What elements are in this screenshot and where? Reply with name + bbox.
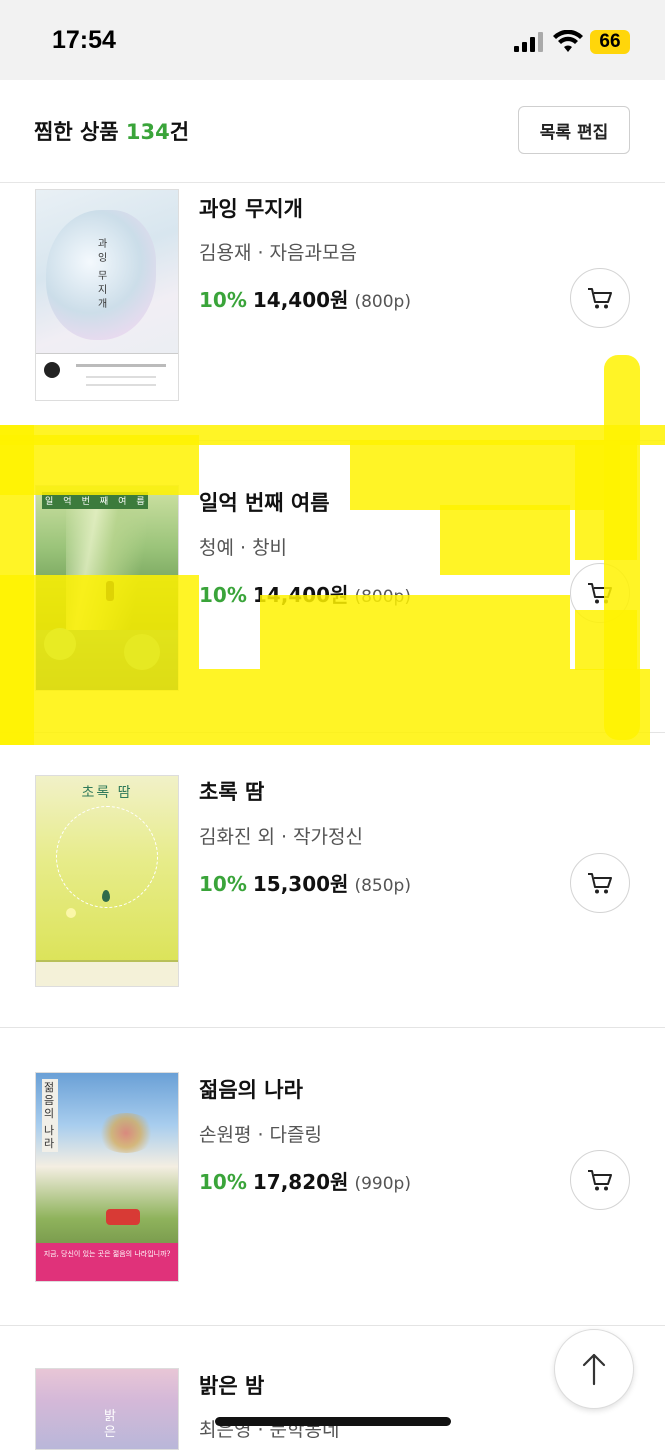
cover-title: 과잉 무지개 [98, 239, 108, 310]
cart-icon [588, 1170, 612, 1191]
edit-list-button[interactable]: 목록 편집 [518, 106, 630, 154]
book-title[interactable]: 일억 번째 여름 [199, 487, 330, 517]
cover-title: 밝은 [104, 1409, 116, 1440]
sale-price: 15,300원 [252, 872, 349, 896]
wifi-icon [553, 30, 583, 52]
cover-title: 일억 번째 여름 [42, 492, 148, 509]
status-bar: 17:54 66 [0, 0, 665, 80]
book-cover[interactable]: 일억 번째 여름 [35, 485, 179, 691]
list-item[interactable]: 젊음의 나라 지금, 당신이 있는 곳은 젊음의 나라입니까? 젊음의 나라 손… [0, 1028, 665, 1326]
sale-price: 17,820원 [252, 1170, 349, 1194]
discount-rate: 10% [199, 1170, 247, 1194]
reward-point: (800p) [354, 292, 411, 312]
cover-title: 젊음의 나라 [42, 1079, 58, 1152]
battery-icon: 66 [590, 30, 630, 54]
cover-title: 초록 땀 [81, 785, 133, 801]
add-to-cart-button[interactable] [570, 1150, 630, 1210]
book-cover[interactable]: 밝은 [35, 1368, 179, 1450]
reward-point: (990p) [354, 1174, 411, 1194]
page-title: 찜한 상품 134건 [34, 116, 189, 146]
reward-point: (850p) [354, 876, 411, 896]
wishlist-header: 찜한 상품 134건 목록 편집 [0, 80, 665, 183]
list-item[interactable]: 일억 번째 여름 일억 번째 여름 청예 · 창비 10% 14,400원 (800… [0, 441, 665, 733]
book-meta: 김화진 외 · 작가정신 [199, 826, 363, 848]
book-title[interactable]: 과잉 무지개 [199, 193, 303, 223]
book-cover[interactable]: 과잉 무지개 [35, 189, 179, 401]
cart-icon [588, 288, 612, 309]
add-to-cart-button[interactable] [570, 853, 630, 913]
reward-point: (800p) [354, 587, 411, 607]
price-row: 10% 14,400원 (800p) [199, 579, 411, 608]
sale-price: 14,400원 [252, 288, 349, 312]
discount-rate: 10% [199, 288, 247, 312]
book-meta: 청예 · 창비 [199, 537, 288, 559]
home-indicator [215, 1417, 451, 1426]
book-cover[interactable]: 젊음의 나라 지금, 당신이 있는 곳은 젊음의 나라입니까? [35, 1072, 179, 1282]
discount-rate: 10% [199, 872, 247, 896]
list-item[interactable]: 초록 땀 초록 땀 김화진 외 · 작가정신 10% 15,300원 (850p) [0, 733, 665, 1028]
scroll-to-top-button[interactable] [554, 1329, 634, 1409]
signal-icon [514, 32, 546, 52]
sale-price: 14,400원 [252, 583, 349, 607]
book-title[interactable]: 젊음의 나라 [199, 1074, 303, 1104]
list-item[interactable]: 과잉 무지개 과잉 무지개 김용재 · 자음과모음 10% 14,400원 (800… [0, 183, 665, 441]
cover-banner: 지금, 당신이 있는 곳은 젊음의 나라입니까? [36, 1243, 178, 1281]
count-suffix: 건 [169, 120, 190, 144]
wishlist-count: 134 [125, 120, 170, 144]
book-meta: 손원평 · 다즐링 [199, 1124, 322, 1146]
add-to-cart-button[interactable] [570, 563, 630, 623]
title-label: 찜한 상품 [34, 120, 119, 144]
book-meta: 김용재 · 자음과모음 [199, 242, 357, 264]
book-cover[interactable]: 초록 땀 [35, 775, 179, 987]
book-title[interactable]: 밝은 밤 [199, 1370, 264, 1400]
status-time: 17:54 [52, 26, 116, 54]
add-to-cart-button[interactable] [570, 268, 630, 328]
cart-icon [588, 873, 612, 894]
price-row: 10% 17,820원 (990p) [199, 1166, 411, 1195]
price-row: 10% 15,300원 (850p) [199, 868, 411, 897]
cart-icon [588, 583, 612, 604]
arrow-up-icon [582, 1353, 606, 1386]
price-row: 10% 14,400원 (800p) [199, 284, 411, 313]
discount-rate: 10% [199, 583, 247, 607]
book-title[interactable]: 초록 땀 [199, 776, 264, 806]
